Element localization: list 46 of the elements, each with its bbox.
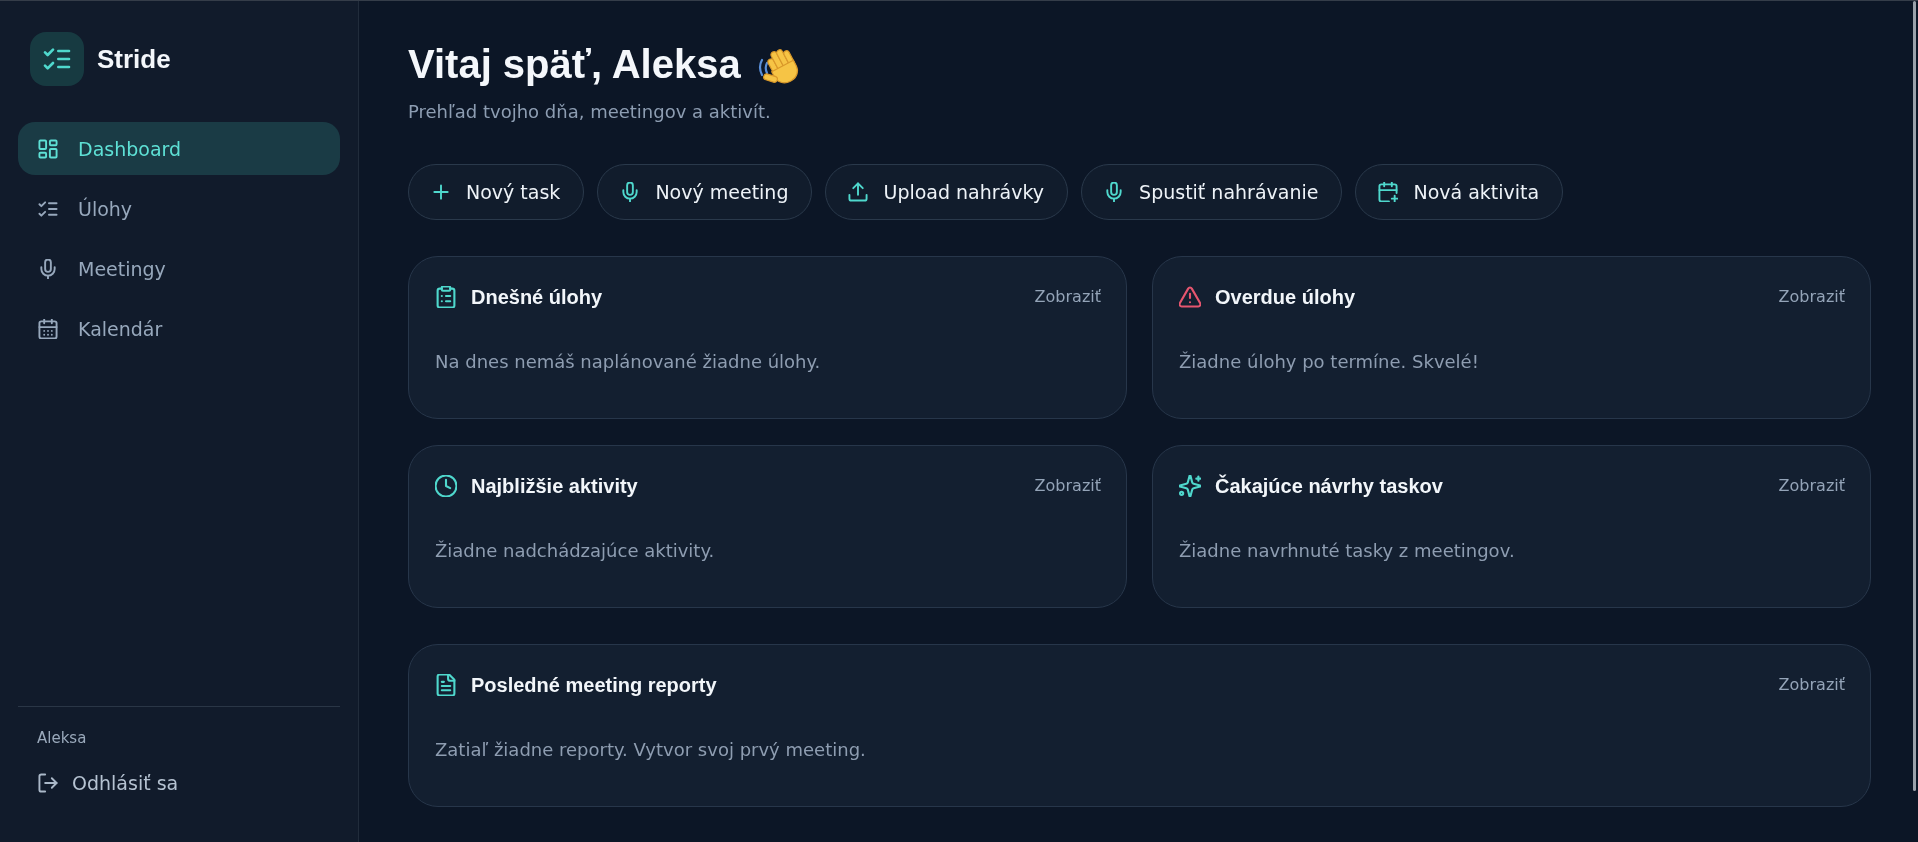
quick-action-button[interactable]: Nový meeting	[597, 164, 813, 220]
sidebar-nav-item[interactable]: Úlohy	[18, 182, 340, 235]
calendar-icon	[38, 318, 58, 339]
user-name: Aleksa	[37, 728, 87, 748]
sidebar-nav-item[interactable]: Kalendár	[18, 302, 340, 355]
card-title: Posledné meeting reporty	[471, 673, 718, 698]
microphone-icon	[38, 258, 58, 279]
empty-state-text: Na dnes nemáš naplánované žiadne úlohy.	[435, 350, 822, 374]
empty-state-text: Žiadne navrhnuté tasky z meetingov.	[1179, 539, 1516, 563]
view-link[interactable]: Zobraziť	[1034, 286, 1101, 308]
sidebar-nav-item[interactable]: Meetingy	[18, 242, 340, 295]
empty-state-text: Zatiaľ žiadne reporty. Vytvor svoj prvý meeting.	[435, 738, 867, 762]
quick-action-button[interactable]: Spustiť nahrávanie	[1081, 164, 1343, 220]
logout-icon	[38, 773, 58, 793]
quick-action-button[interactable]: Nová aktivita	[1355, 164, 1564, 220]
clipboard-icon	[435, 286, 457, 308]
scrollbar-thumb[interactable]	[1913, 1, 1916, 791]
calendar-plus-icon	[1378, 182, 1399, 202]
plus-icon	[431, 182, 451, 202]
microphone-icon	[620, 182, 641, 202]
dashboard-icon	[38, 138, 58, 159]
quick-action-button[interactable]: Nový task	[408, 164, 585, 220]
sparkles-icon	[1179, 475, 1201, 497]
empty-state-text: Žiadne úlohy po termíne. Skvelé!	[1179, 350, 1480, 374]
empty-state-text: Žiadne nadchádzajúce aktivity.	[435, 539, 716, 563]
microphone-icon	[1104, 182, 1125, 202]
view-link[interactable]: Zobraziť	[1778, 674, 1845, 696]
document-icon	[435, 674, 457, 696]
view-link[interactable]: Zobraziť	[1034, 475, 1101, 497]
upload-icon	[848, 182, 869, 202]
view-link[interactable]: Zobraziť	[1778, 475, 1845, 497]
checklist-icon	[43, 45, 71, 73]
view-link[interactable]: Zobraziť	[1778, 286, 1845, 308]
card-title: Overdue úlohy	[1215, 285, 1357, 310]
brand-name: Stride	[97, 43, 171, 75]
checklist-icon	[38, 198, 58, 219]
sidebar-nav-item[interactable]: Dashboard	[18, 122, 340, 175]
card-title: Dnešné úlohy	[471, 285, 604, 310]
clock-icon	[435, 475, 457, 497]
warning-icon	[1179, 286, 1201, 308]
card-title: Čakajúce návrhy taskov	[1215, 473, 1444, 499]
logout-button[interactable]: Odhlásiť sa	[18, 763, 199, 803]
quick-action-button[interactable]: Upload nahrávky	[825, 164, 1069, 220]
page-subtitle: Prehľad tvojho dňa, meetingov a aktivít.	[408, 100, 771, 124]
page-title: Vitaj späť, Aleksa	[408, 41, 741, 87]
card-title: Najbližšie aktivity	[471, 474, 639, 499]
